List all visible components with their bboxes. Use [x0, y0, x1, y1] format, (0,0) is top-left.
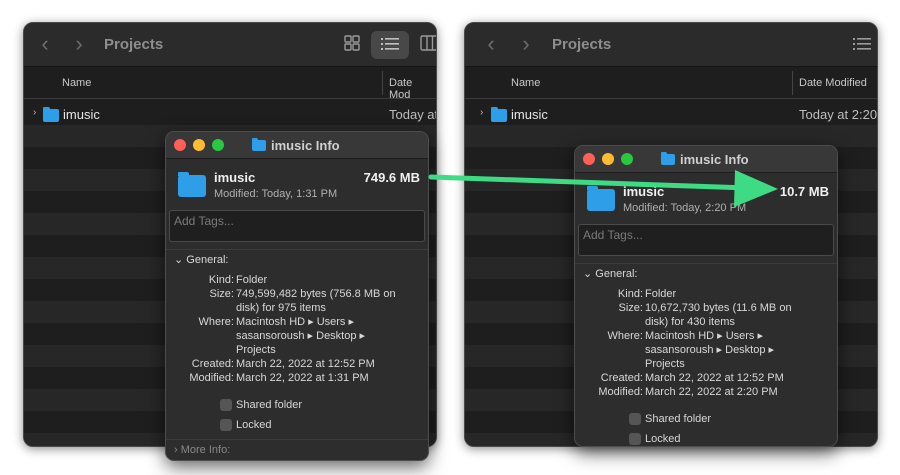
arrow-icon — [428, 170, 778, 207]
arrow-shaft — [428, 174, 751, 191]
annotation-arrow — [428, 170, 778, 207]
arrow-head — [734, 170, 778, 207]
